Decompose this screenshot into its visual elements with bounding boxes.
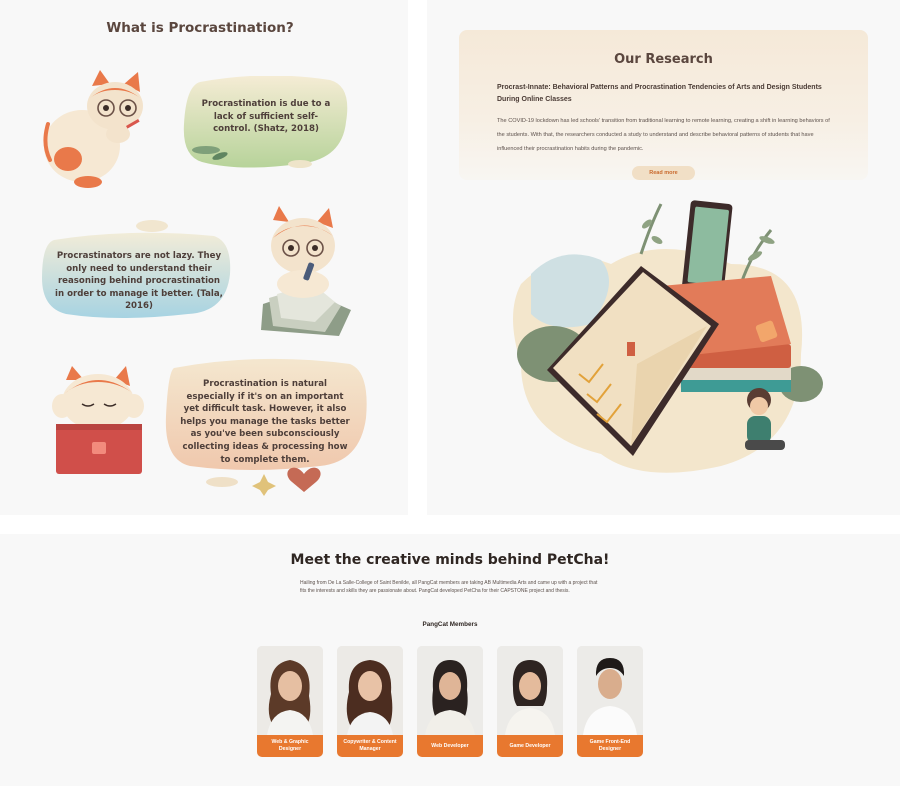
cat-with-papers-illustration <box>261 206 351 336</box>
team-section: Meet the creative minds behind PetCha! H… <box>0 534 900 786</box>
procrastination-title: What is Procrastination? <box>106 20 294 36</box>
cat-with-laptop-illustration <box>52 366 144 474</box>
quote-natural: Procrastination is natural especially if… <box>180 379 350 465</box>
member-card[interactable]: Web & Graphic Designer <box>257 646 323 757</box>
member-photo <box>257 646 323 735</box>
member-card[interactable]: Copywriter & Content Manager <box>337 646 403 757</box>
member-role: Web Developer <box>417 735 483 757</box>
research-section: Our Research Procrast-Innate: Behavioral… <box>427 0 900 515</box>
cat-with-glasses-illustration <box>43 70 143 188</box>
member-role: Web & Graphic Designer <box>257 735 323 757</box>
procrastination-section: What is Procrastination? Procrastination… <box>0 0 408 515</box>
research-subtitle: Procrast-Innate: Behavioral Patterns and… <box>497 84 822 103</box>
member-card[interactable]: Game Developer <box>497 646 563 757</box>
member-role: Copywriter & Content Manager <box>337 735 403 757</box>
read-more-button[interactable]: Read more <box>632 166 695 180</box>
members-label: PangCat Members <box>422 621 478 628</box>
member-photo <box>577 646 643 735</box>
team-intro: Hailing from De La Salle-College of Sain… <box>300 580 598 595</box>
member-photo <box>497 646 563 735</box>
member-role: Game Developer <box>497 735 563 757</box>
member-role: Game Front-End Designer <box>577 735 643 757</box>
member-card[interactable]: Game Front-End Designer <box>577 646 643 757</box>
team-title: Meet the creative minds behind PetCha! <box>290 552 610 568</box>
research-description: The COVID-19 lockdown has led schools' t… <box>497 118 830 152</box>
quote-self-control: Procrastination is due to a lack of suff… <box>201 99 331 135</box>
quote-not-lazy: Procrastinators are not lazy. They only … <box>55 251 223 312</box>
research-card: Our Research Procrast-Innate: Behavioral… <box>459 30 868 180</box>
member-photo <box>337 646 403 735</box>
member-photo <box>417 646 483 735</box>
member-card[interactable]: Web Developer <box>417 646 483 757</box>
research-books-illustration <box>513 200 823 473</box>
research-heading: Our Research <box>614 52 713 67</box>
